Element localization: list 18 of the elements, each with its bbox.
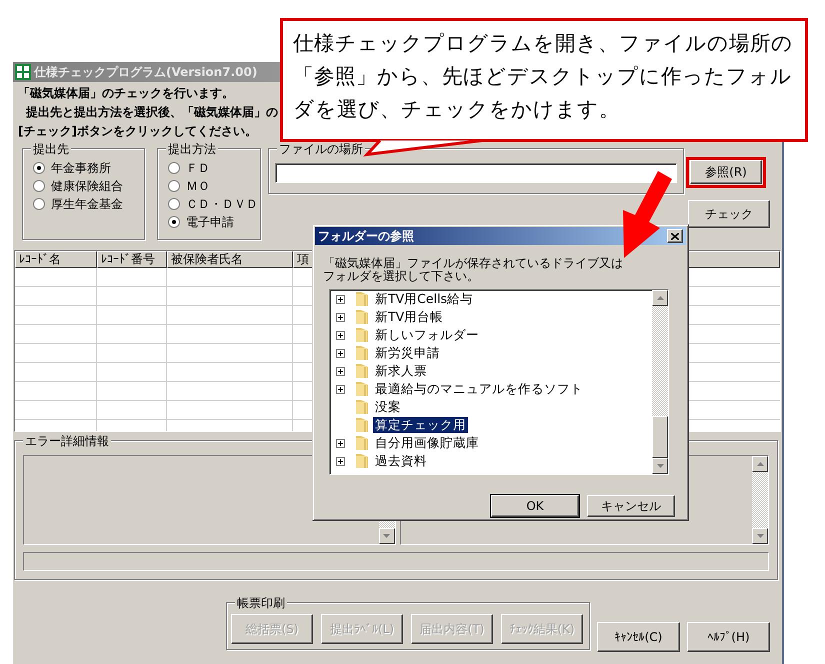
option-label: 年金事務所 (51, 160, 111, 177)
option-label: ＭＯ (186, 178, 210, 195)
instruction-text: 提出先と提出方法を選択後、「磁気媒体届」の (26, 104, 278, 121)
group-label: 提出先 (31, 142, 71, 156)
group-label: 提出方法 (166, 142, 218, 156)
instruction-text: [チェック]ボタンをクリックしてください。 (18, 123, 257, 140)
window-title: 仕様チェックプログラム(Version7.00) (34, 64, 258, 81)
option-label: ＣＤ・ＤＶＤ (186, 196, 258, 213)
group-label: ファイルの場所 (277, 142, 365, 156)
option-label: 厚生年金基金 (51, 196, 123, 213)
group-label: エラー詳細情報 (23, 434, 111, 448)
dialog-title: フォルダーの参照 (318, 228, 414, 245)
option-label: 電子申請 (186, 214, 234, 231)
dialog-message: 「磁気媒体届」ファイルが保存されているドライブ又は フォルダを選択して下さい。 (323, 257, 623, 283)
option-label: ＦＤ (186, 160, 210, 177)
group-label: 帳票印刷 (235, 596, 287, 610)
option-label: 健康保険組合 (51, 178, 123, 195)
instruction-text: 「磁気媒体届」のチェックを行います。 (18, 85, 234, 102)
